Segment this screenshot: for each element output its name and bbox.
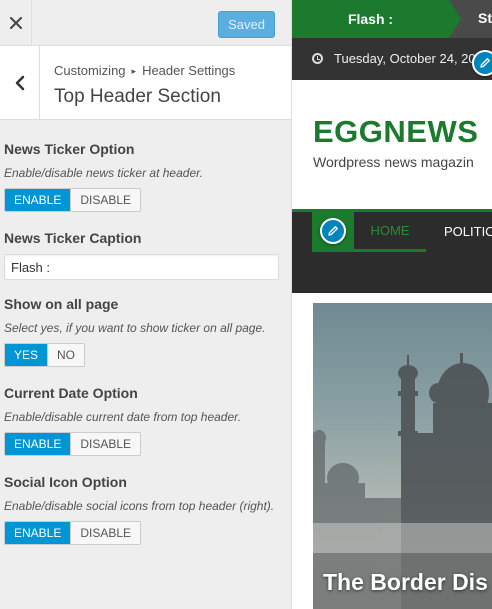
social-icon-switch: ENABLE DISABLE <box>4 521 142 545</box>
show-all-page-switch: YES NO <box>4 343 86 367</box>
enable-option[interactable]: ENABLE <box>5 433 71 455</box>
site-preview: Flash : St Tuesday, October 24, 20 EGGNE… <box>292 0 492 609</box>
control-title: News Ticker Caption <box>4 230 142 246</box>
control-title: Current Date Option <box>4 385 138 401</box>
customizer-header: Saved <box>0 0 291 46</box>
control-description: Enable/disable social icons from top hea… <box>4 499 275 513</box>
nav-item-politics[interactable]: POLITIC <box>444 224 492 239</box>
disable-option[interactable]: DISABLE <box>70 522 141 544</box>
control-title: Show on all page <box>4 296 119 312</box>
control-description: Enable/disable news ticker at header. <box>4 166 204 180</box>
current-date-control: Current Date Option Enable/disable curre… <box>4 385 280 456</box>
section-title: Top Header Section <box>54 86 221 107</box>
breadcrumb: Customizing ▸ Header Settings <box>54 63 235 78</box>
palace-silhouette-image <box>313 353 492 609</box>
current-date-switch: ENABLE DISABLE <box>4 432 142 456</box>
no-option[interactable]: NO <box>47 344 85 366</box>
enable-option[interactable]: ENABLE <box>5 189 71 211</box>
edit-shortcut-button[interactable] <box>472 50 492 76</box>
yes-option[interactable]: YES <box>5 344 48 366</box>
clock-icon <box>312 53 323 64</box>
chevron-left-icon <box>15 75 24 90</box>
breadcrumb-separator: ▸ <box>131 66 137 76</box>
current-date: Tuesday, October 24, 20 <box>334 51 476 66</box>
save-button[interactable]: Saved <box>218 11 275 38</box>
news-ticker-control: News Ticker Option Enable/disable news t… <box>4 141 280 212</box>
ticker-caption-input[interactable]: Flash : <box>4 254 279 280</box>
control-description: Enable/disable current date from top hea… <box>4 410 242 424</box>
date-bar: Tuesday, October 24, 20 <box>292 38 492 80</box>
nav-edit-area <box>312 212 354 252</box>
pencil-icon <box>480 58 490 68</box>
customizer-panel: Saved Customizing ▸ Header Settings Top He… <box>0 0 292 609</box>
ticker-headline[interactable]: St <box>478 10 492 26</box>
control-title: News Ticker Option <box>4 141 135 157</box>
control-description: Select yes, if you want to show ticker o… <box>4 321 266 335</box>
breadcrumb-root: Customizing <box>54 63 126 78</box>
control-title: Social Icon Option <box>4 474 127 490</box>
pencil-icon <box>328 226 338 236</box>
news-ticker-switch: ENABLE DISABLE <box>4 188 142 212</box>
nav-edit-shortcut-button[interactable] <box>320 218 346 244</box>
disable-option[interactable]: DISABLE <box>70 189 141 211</box>
show-all-page-control: Show on all page Select yes, if you want… <box>4 296 280 367</box>
site-tagline: Wordpress news magazin <box>313 154 474 170</box>
close-button[interactable] <box>0 0 32 46</box>
site-title[interactable]: EGGNEWS <box>313 114 478 150</box>
section-header: Customizing ▸ Header Settings Top Header S… <box>0 46 291 120</box>
ticker-caption: Flash : <box>292 0 461 38</box>
breadcrumb-parent: Header Settings <box>142 63 236 78</box>
nav-item-home[interactable]: HOME <box>354 212 426 252</box>
back-button[interactable] <box>0 46 40 119</box>
featured-post-image[interactable]: The Border Dis <box>313 303 492 609</box>
featured-post-title[interactable]: The Border Dis <box>323 569 488 596</box>
close-icon <box>9 17 22 29</box>
enable-option[interactable]: ENABLE <box>5 522 71 544</box>
disable-option[interactable]: DISABLE <box>70 433 141 455</box>
main-navigation: HOME POLITIC <box>292 209 492 293</box>
news-ticker-bar: Flash : St <box>292 0 492 38</box>
ticker-caption-control: News Ticker Caption Flash : <box>4 230 280 280</box>
social-icon-control: Social Icon Option Enable/disable social… <box>4 474 280 545</box>
